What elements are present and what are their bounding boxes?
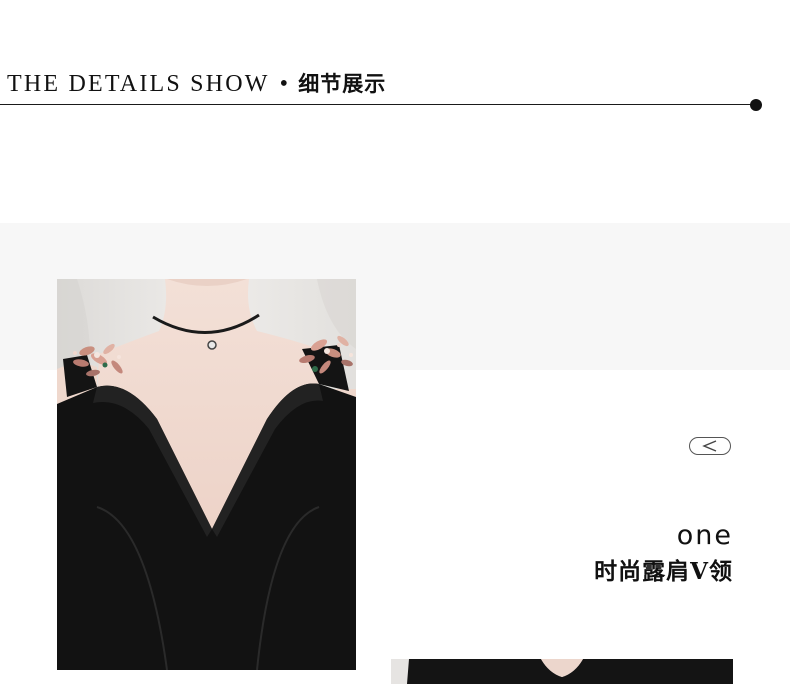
section-title-en: THE DETAILS SHOW	[7, 71, 270, 97]
section-title-cn: 细节展示	[298, 72, 387, 96]
next-detail-photo	[391, 659, 733, 684]
previous-button[interactable]	[689, 437, 731, 455]
detail-caption: 时尚露肩V领	[594, 558, 733, 585]
title-divider-line	[0, 104, 752, 105]
section-title: THE DETAILS SHOW • 细节展示	[7, 70, 386, 98]
chevron-left-icon	[702, 440, 717, 452]
dress-neckline-photo	[57, 279, 356, 670]
title-bullet: •	[279, 71, 291, 97]
detail-number: one	[676, 520, 733, 551]
divider-end-dot	[750, 99, 762, 111]
